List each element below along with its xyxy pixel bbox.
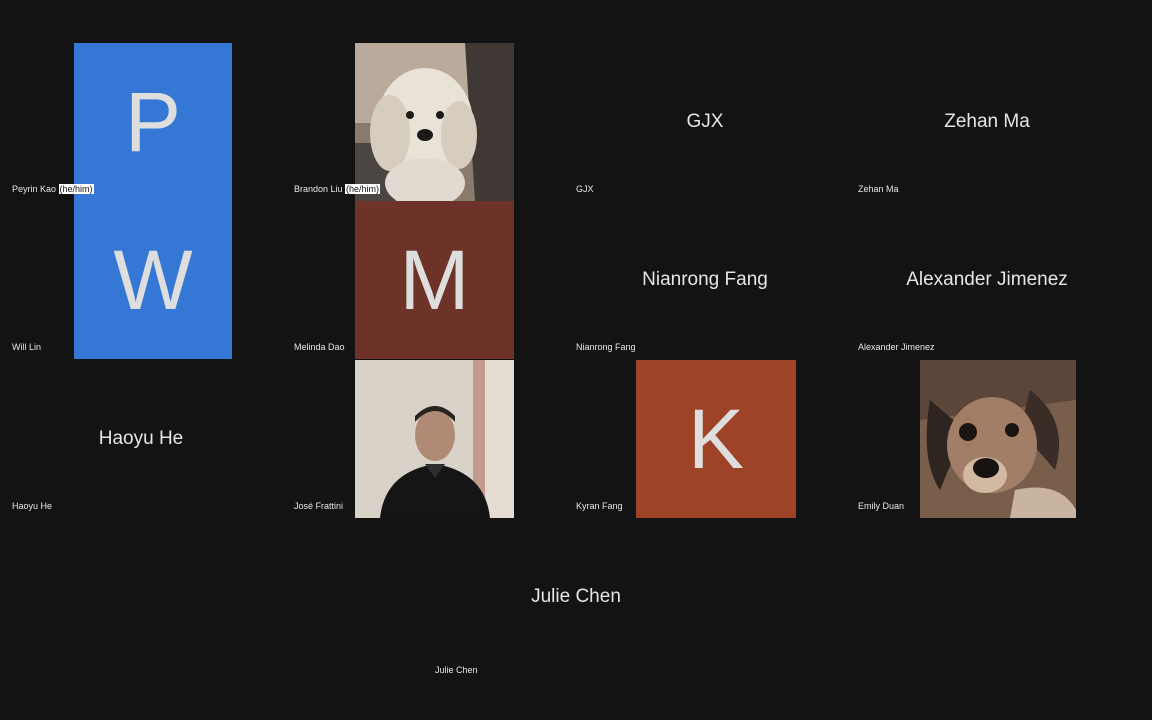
- name-text: Peyrin Kao: [12, 184, 59, 194]
- avatar-initial: K: [687, 391, 745, 486]
- participant-tile-julie[interactable]: Julie Chen Julie Chen: [282, 518, 870, 682]
- participant-name: Peyrin Kao (he/him): [12, 184, 94, 194]
- participant-tile-kyran[interactable]: K Kyran Fang: [564, 360, 846, 518]
- participant-name: GJX: [576, 184, 594, 194]
- participant-name: Zehan Ma: [858, 184, 899, 194]
- participant-tile-haoyu[interactable]: Haoyu He Haoyu He: [0, 360, 282, 518]
- dog-photo: [355, 43, 514, 201]
- avatar-initial: P: [124, 74, 182, 169]
- dog-photo: [920, 360, 1076, 518]
- participant-tile-emily[interactable]: Emily Duan: [846, 360, 1128, 518]
- participant-tile-gjx[interactable]: GJX GJX: [564, 43, 846, 201]
- participant-tile-nianrong[interactable]: Nianrong Fang Nianrong Fang: [564, 201, 846, 359]
- participant-name: Emily Duan: [858, 501, 905, 511]
- avatar: P: [74, 43, 232, 201]
- participant-name: José Frattini: [294, 501, 344, 511]
- avatar-initial: M: [399, 232, 470, 327]
- avatar: W: [74, 201, 232, 359]
- participant-name: Haoyu He: [12, 501, 53, 511]
- pronouns-text: (he/him): [58, 184, 94, 194]
- participant-tile-brandon[interactable]: Brandon Liu (he/him): [282, 43, 564, 201]
- participant-name: Julie Chen: [435, 665, 478, 675]
- person-photo: [355, 360, 514, 518]
- participant-tile-peyrin[interactable]: P Peyrin Kao (he/him): [0, 43, 282, 201]
- participant-name: Nianrong Fang: [576, 342, 636, 352]
- participant-tile-jose[interactable]: José Frattini: [282, 360, 564, 518]
- participant-display-name: Haoyu He: [98, 428, 184, 449]
- participant-display-name: Julie Chen: [531, 586, 621, 607]
- avatar: K: [636, 360, 796, 518]
- participant-tile-alexander[interactable]: Alexander Jimenez Alexander Jimenez: [846, 201, 1128, 359]
- participant-name: Will Lin: [12, 342, 42, 352]
- name-text: Brandon Liu: [294, 184, 346, 194]
- avatar: M: [355, 201, 514, 359]
- participant-name: Melinda Dao: [294, 342, 345, 352]
- avatar-initial: W: [113, 232, 193, 327]
- participant-display-name: Nianrong Fang: [642, 269, 768, 290]
- participant-tile-melinda[interactable]: M Melinda Dao: [282, 201, 564, 359]
- participant-name: Brandon Liu (he/him): [294, 184, 381, 194]
- pronouns-text: (he/him): [345, 184, 381, 194]
- participant-display-name: Alexander Jimenez: [906, 269, 1068, 290]
- participant-name: Alexander Jimenez: [858, 342, 935, 352]
- participant-display-name: GJX: [686, 111, 724, 132]
- participant-tile-will[interactable]: W Will Lin: [0, 201, 282, 359]
- participant-tile-zehan[interactable]: Zehan Ma Zehan Ma: [846, 43, 1128, 201]
- participant-display-name: Zehan Ma: [944, 111, 1030, 132]
- participant-name: Kyran Fang: [576, 501, 623, 511]
